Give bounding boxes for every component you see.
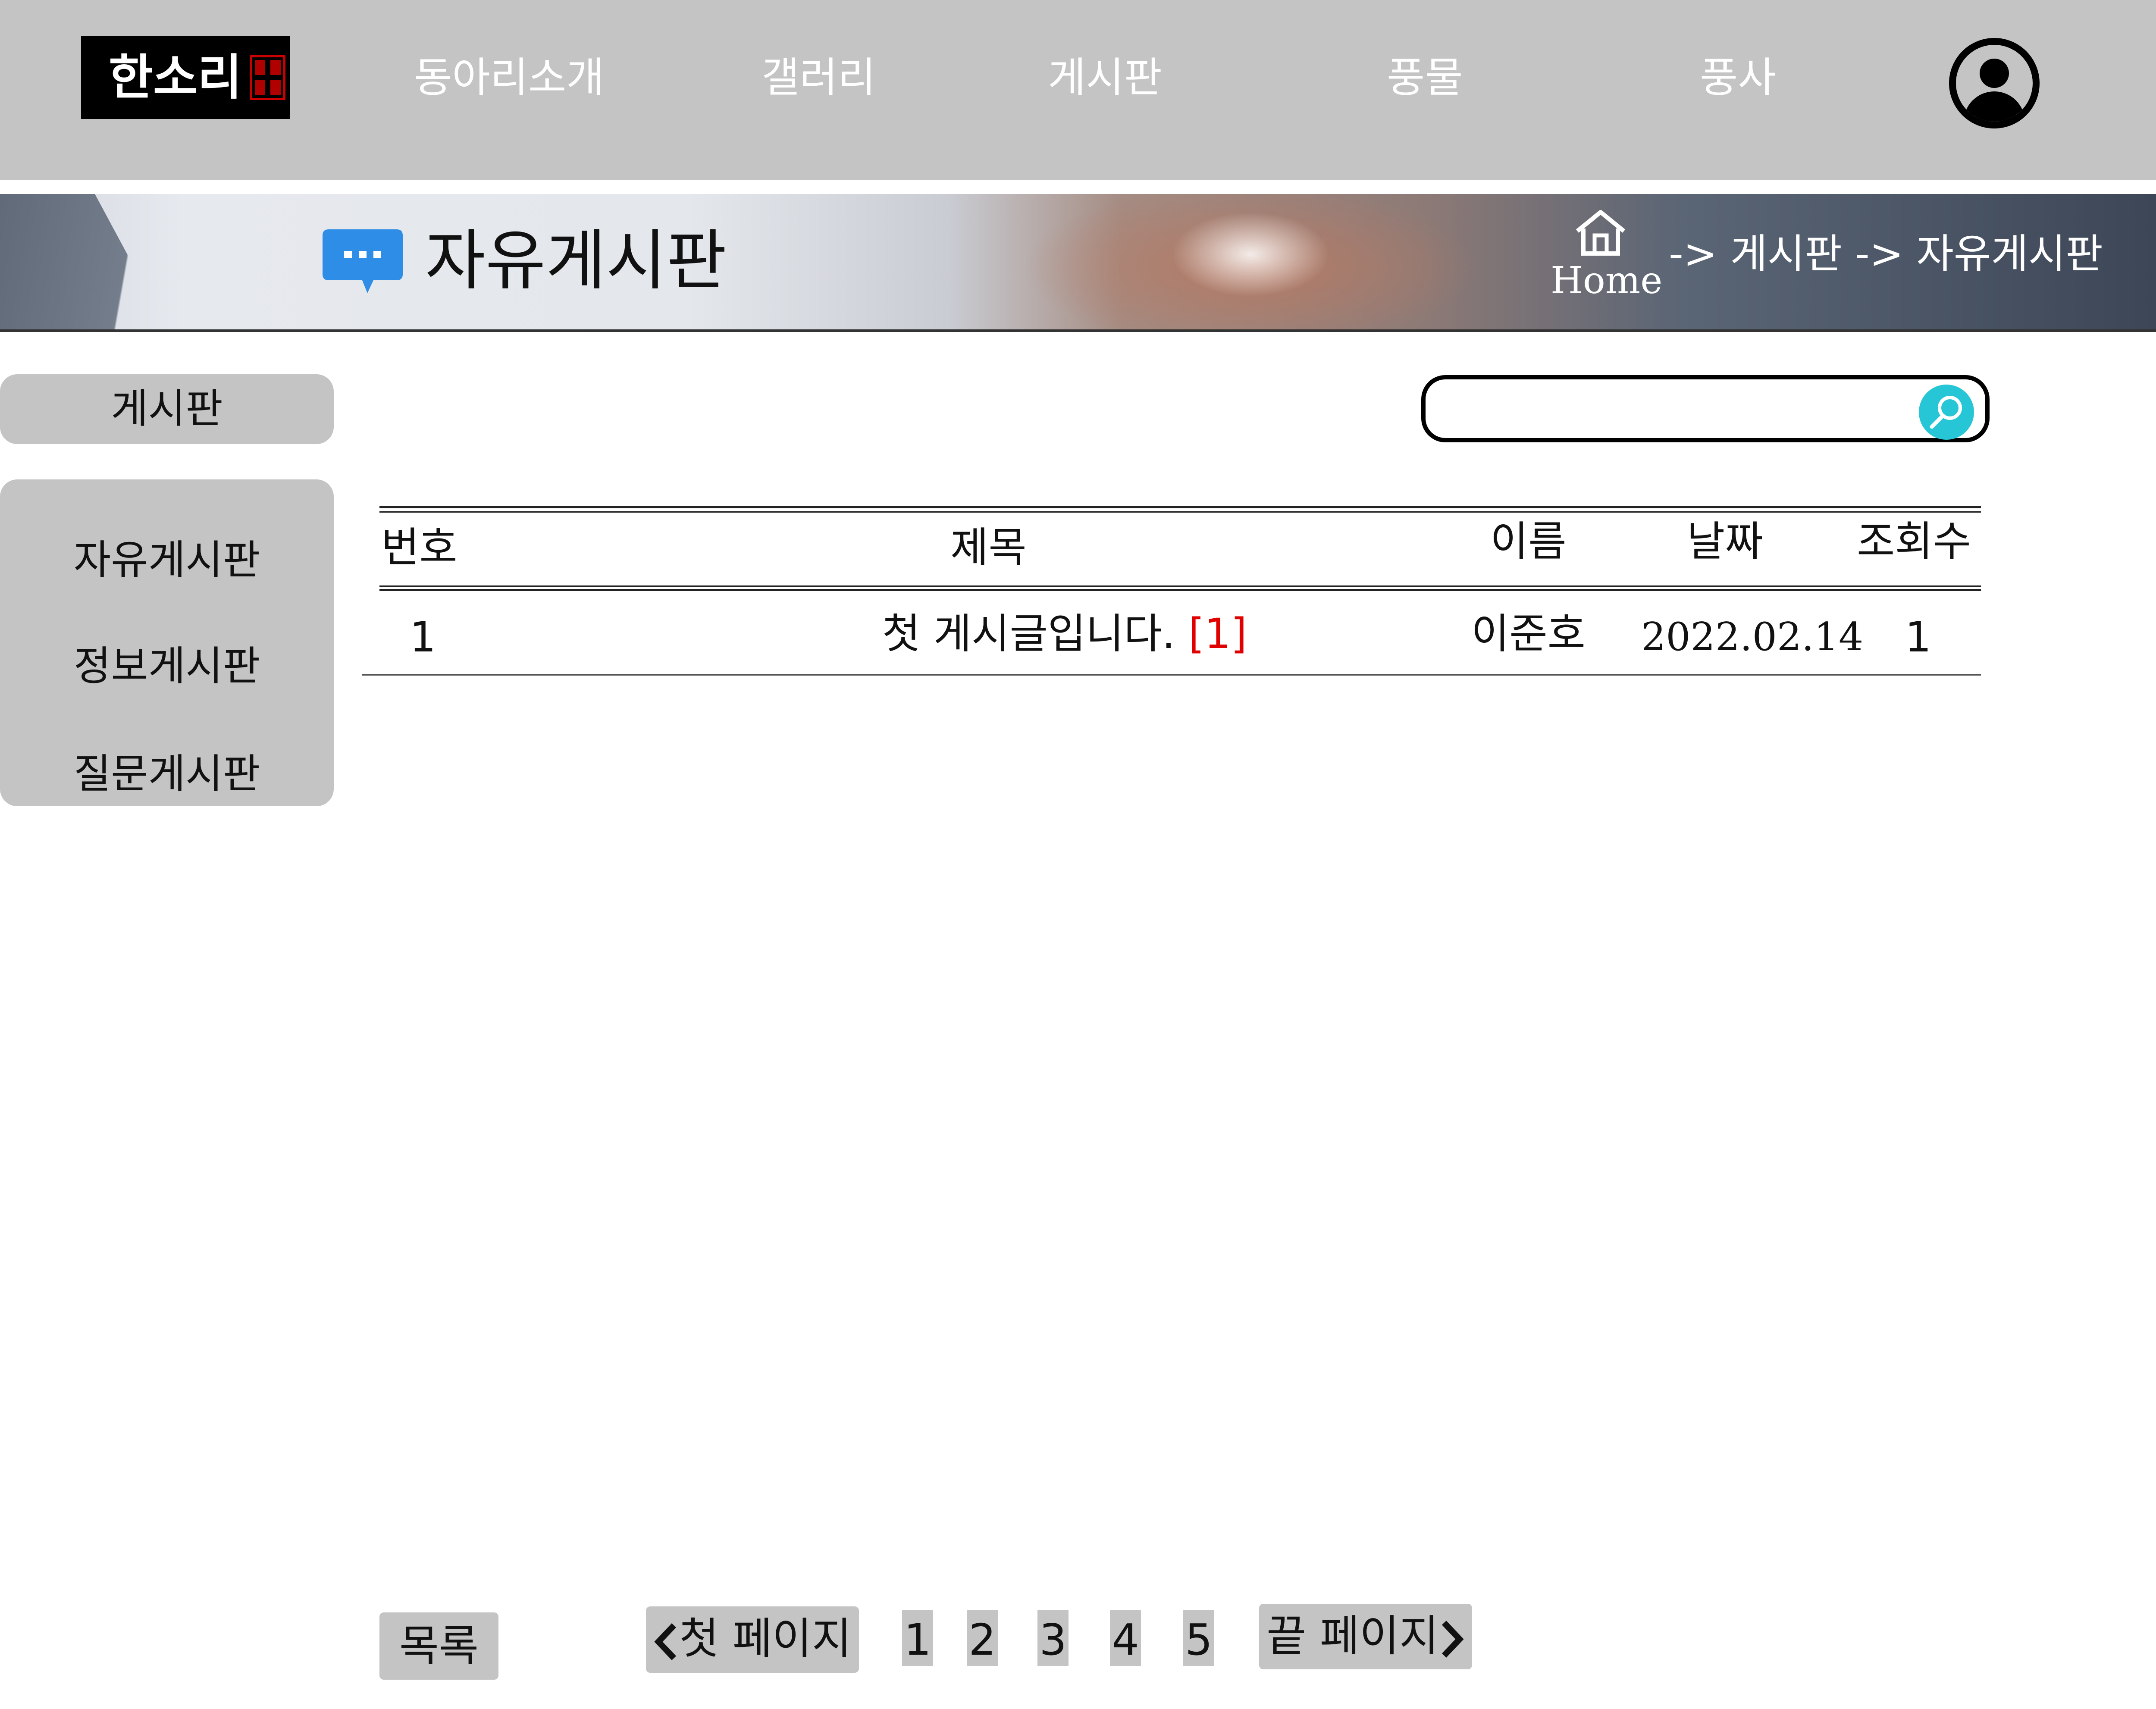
breadcrumb-home-link[interactable]: Home <box>1551 257 1662 304</box>
column-header-date[interactable]: 날짜 <box>1687 511 1763 572</box>
home-icon[interactable] <box>1574 209 1627 257</box>
cell-views: 1 <box>1905 613 1932 661</box>
last-page-label: 끝 페이지 <box>1266 1611 1439 1661</box>
logo-seal-icon <box>250 55 285 100</box>
search-box <box>1421 375 1990 442</box>
sidebar-item-info-board[interactable]: 정보게시판 <box>0 636 334 697</box>
logo-text: 한소리 <box>109 49 242 106</box>
page-title: 자유게시판 <box>425 222 727 299</box>
user-profile-icon[interactable] <box>1949 38 2040 128</box>
cell-number: 1 <box>410 613 436 661</box>
post-title-link[interactable]: 첫 게시글입니다. <box>882 610 1175 658</box>
column-header-number[interactable]: 번호 <box>381 517 458 578</box>
comment-count-badge: [1] <box>1188 610 1247 658</box>
cell-date: 2022.02.14 <box>1641 614 1864 660</box>
chevron-left-icon <box>654 1623 677 1660</box>
last-page-button[interactable]: 끝 페이지 <box>1259 1604 1472 1669</box>
first-page-button[interactable]: 첫 페이지 <box>646 1606 859 1673</box>
table-header-rule <box>379 585 1981 587</box>
cell-author: 이준호 <box>1471 610 1586 658</box>
search-button[interactable] <box>1919 385 1974 440</box>
banner-divider <box>0 329 2156 332</box>
nav-item-pungmul[interactable]: 풍물 <box>1387 47 1463 108</box>
column-header-name[interactable]: 이름 <box>1490 511 1567 572</box>
page-number[interactable]: 2 <box>967 1610 998 1666</box>
table-top-rule <box>379 506 1981 508</box>
first-page-label: 첫 페이지 <box>679 1613 852 1664</box>
chevron-right-icon <box>1442 1620 1464 1658</box>
sidebar-item-question-board[interactable]: 질문게시판 <box>0 744 334 804</box>
search-input[interactable] <box>1443 388 1902 430</box>
breadcrumb: -> 게시판 -> 자유게시판 <box>1669 231 2103 278</box>
logo[interactable]: 한소리 <box>81 36 290 119</box>
nav-item-board[interactable]: 게시판 <box>1048 47 1162 108</box>
sidebar-menu: 자유게시판 정보게시판 질문게시판 <box>0 479 334 806</box>
page-number[interactable]: 5 <box>1183 1610 1214 1666</box>
list-button[interactable]: 목록 <box>379 1612 498 1680</box>
table-row-rule <box>362 674 1981 676</box>
column-header-title[interactable]: 제목 <box>950 517 1027 578</box>
sidebar-item-free-board[interactable]: 자유게시판 <box>0 530 334 591</box>
nav-item-club-intro[interactable]: 동아리소개 <box>414 47 605 108</box>
column-header-views[interactable]: 조회수 <box>1857 511 1971 572</box>
page-number[interactable]: 4 <box>1110 1610 1141 1666</box>
page-number[interactable]: 3 <box>1037 1610 1069 1666</box>
cell-title[interactable]: 첫 게시글입니다. [1] <box>882 604 1247 664</box>
nav-item-gallery[interactable]: 갤러리 <box>761 47 876 108</box>
table-header-rule-inner <box>379 589 1981 591</box>
chat-bubble-icon <box>323 229 403 293</box>
search-icon <box>1930 396 1962 429</box>
nav-item-pungsa[interactable]: 풍사 <box>1700 47 1776 108</box>
sidebar-heading: 게시판 <box>0 374 334 444</box>
page-number[interactable]: 1 <box>902 1610 933 1666</box>
top-navigation-bar: 한소리 동아리소개 갤러리 게시판 풍물 풍사 <box>0 0 2156 180</box>
